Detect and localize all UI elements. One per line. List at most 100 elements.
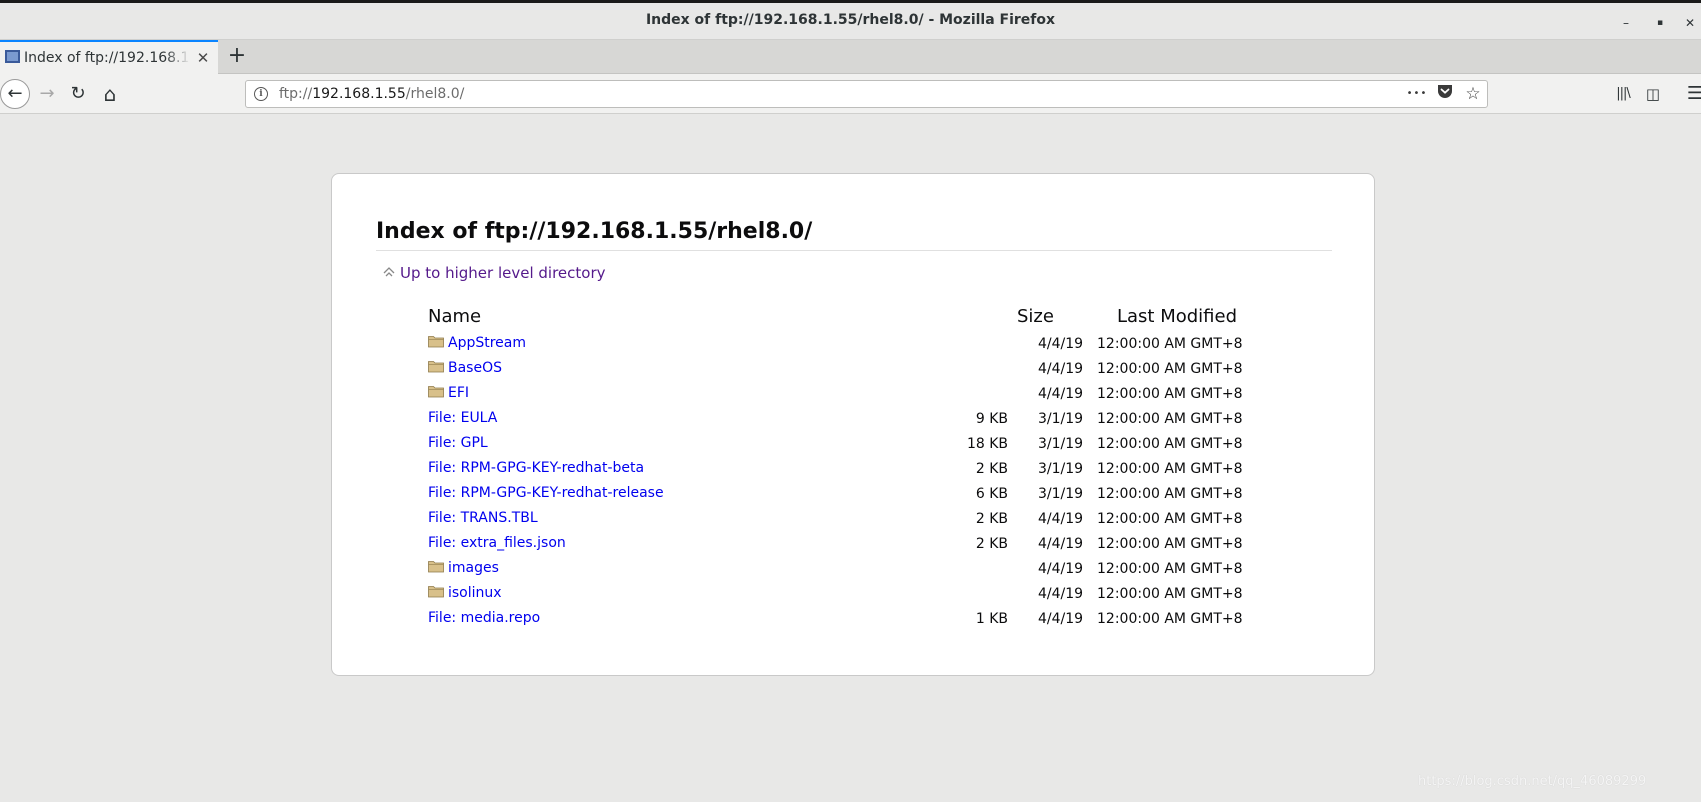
entry-time: 12:00:00 AM GMT+8 bbox=[1097, 386, 1243, 402]
entry-name[interactable]: File: RPM-GPG-KEY-redhat-beta bbox=[428, 460, 644, 476]
menu-icon[interactable]: ☰ bbox=[1682, 81, 1701, 107]
window-title: Index of ftp://192.168.1.55/rhel8.0/ - M… bbox=[645, 12, 1056, 28]
entry-time: 12:00:00 AM GMT+8 bbox=[1097, 436, 1243, 452]
folder-icon bbox=[428, 561, 444, 573]
up-arrow-icon bbox=[383, 267, 395, 277]
entry-time: 12:00:00 AM GMT+8 bbox=[1097, 611, 1243, 627]
folder-link[interactable]: AppStream bbox=[428, 335, 526, 351]
table-row: File: extra_files.json 2 KB 4/4/19 12:00:00… bbox=[428, 532, 1328, 557]
entry-date: 3/1/19 bbox=[1038, 411, 1084, 427]
url-bar[interactable]: i ftp://192.168.1.55/rhel8.0/ ••• ☆ bbox=[245, 80, 1488, 108]
close-window-button[interactable]: ✕ bbox=[1680, 13, 1700, 33]
library-icon[interactable]: |||\ bbox=[1610, 81, 1636, 107]
forward-button[interactable]: → bbox=[34, 81, 60, 107]
table-row: EFI 4/4/19 12:00:00 AM GMT+8 bbox=[428, 382, 1328, 407]
close-tab-icon[interactable]: ✕ bbox=[194, 49, 212, 67]
entry-name[interactable]: BaseOS bbox=[448, 360, 502, 376]
bookmark-star-icon[interactable]: ☆ bbox=[1462, 84, 1484, 104]
entry-time: 12:00:00 AM GMT+8 bbox=[1097, 486, 1243, 502]
table-row: File: GPL 18 KB 3/1/19 12:00:00 AM GMT+8 bbox=[428, 432, 1328, 457]
table-row: File: EULA 9 KB 3/1/19 12:00:00 AM GMT+8 bbox=[428, 407, 1328, 432]
file-link[interactable]: File: EULA bbox=[428, 410, 497, 426]
window-titlebar: Index of ftp://192.168.1.55/rhel8.0/ - M… bbox=[0, 0, 1701, 40]
entry-size: 2 KB bbox=[975, 536, 1008, 552]
entry-name[interactable]: File: RPM-GPG-KEY-redhat-release bbox=[428, 485, 664, 501]
tab-label: Index of ftp://192.168.1.55/rhel8.0/ bbox=[24, 50, 190, 66]
tab-active[interactable]: Index of ftp://192.168.1.55/rhel8.0/ ✕ bbox=[0, 40, 218, 74]
entry-time: 12:00:00 AM GMT+8 bbox=[1097, 336, 1243, 352]
reload-button[interactable]: ↻ bbox=[65, 81, 91, 107]
entry-date: 4/4/19 bbox=[1038, 561, 1084, 577]
entry-date: 3/1/19 bbox=[1038, 436, 1084, 452]
file-link[interactable]: File: RPM-GPG-KEY-redhat-release bbox=[428, 485, 664, 501]
new-tab-button[interactable]: + bbox=[224, 44, 250, 70]
folder-icon bbox=[428, 336, 444, 348]
info-icon[interactable]: i bbox=[254, 87, 268, 101]
entry-time: 12:00:00 AM GMT+8 bbox=[1097, 511, 1243, 527]
column-header-name[interactable]: Name bbox=[428, 306, 481, 327]
page-actions-icon[interactable]: ••• bbox=[1406, 84, 1428, 104]
file-link[interactable]: File: extra_files.json bbox=[428, 535, 566, 551]
table-row: BaseOS 4/4/19 12:00:00 AM GMT+8 bbox=[428, 357, 1328, 382]
entry-size: 1 KB bbox=[975, 611, 1008, 627]
entry-name[interactable]: AppStream bbox=[448, 335, 526, 351]
directory-listing-card: Index of ftp://192.168.1.55/rhel8.0/ Up … bbox=[331, 173, 1375, 676]
folder-icon bbox=[428, 386, 444, 398]
entry-time: 12:00:00 AM GMT+8 bbox=[1097, 461, 1243, 477]
entry-name[interactable]: File: extra_files.json bbox=[428, 535, 566, 551]
column-header-size[interactable]: Size bbox=[1017, 306, 1054, 327]
entry-date: 4/4/19 bbox=[1038, 586, 1084, 602]
monitor-favicon-icon bbox=[5, 50, 20, 63]
entry-name[interactable]: File: GPL bbox=[428, 435, 488, 451]
entry-name[interactable]: images bbox=[448, 560, 499, 576]
back-button[interactable]: ← bbox=[0, 79, 30, 109]
entry-name[interactable]: File: EULA bbox=[428, 410, 497, 426]
folder-link[interactable]: images bbox=[428, 560, 499, 576]
folder-link[interactable]: isolinux bbox=[428, 585, 502, 601]
entry-size: 18 KB bbox=[966, 436, 1008, 452]
file-link[interactable]: File: GPL bbox=[428, 435, 488, 451]
entry-name[interactable]: File: media.repo bbox=[428, 610, 540, 626]
entry-date: 4/4/19 bbox=[1038, 611, 1084, 627]
file-link[interactable]: File: TRANS.TBL bbox=[428, 510, 538, 526]
entry-size: 9 KB bbox=[975, 411, 1008, 427]
entry-size: 2 KB bbox=[975, 511, 1008, 527]
up-directory-link[interactable]: Up to higher level directory bbox=[382, 264, 606, 282]
entry-name[interactable]: isolinux bbox=[448, 585, 502, 601]
table-row: File: media.repo 1 KB 4/4/19 12:00:00 AM GM… bbox=[428, 607, 1328, 632]
table-row: isolinux 4/4/19 12:00:00 AM GMT+8 bbox=[428, 582, 1328, 607]
entry-date: 4/4/19 bbox=[1038, 511, 1084, 527]
table-row: File: RPM-GPG-KEY-redhat-beta 2 KB 3/1/19 1… bbox=[428, 457, 1328, 482]
folder-icon bbox=[428, 586, 444, 598]
file-link[interactable]: File: media.repo bbox=[428, 610, 540, 626]
entry-name[interactable]: File: TRANS.TBL bbox=[428, 510, 538, 526]
entry-date: 3/1/19 bbox=[1038, 486, 1084, 502]
entry-date: 4/4/19 bbox=[1038, 336, 1084, 352]
entry-name[interactable]: EFI bbox=[448, 385, 469, 401]
maximize-button[interactable]: ▪ bbox=[1650, 13, 1670, 33]
url-text[interactable]: ftp://192.168.1.55/rhel8.0/ bbox=[279, 86, 464, 102]
folder-link[interactable]: EFI bbox=[428, 385, 469, 401]
entry-time: 12:00:00 AM GMT+8 bbox=[1097, 411, 1243, 427]
table-row: images 4/4/19 12:00:00 AM GMT+8 bbox=[428, 557, 1328, 582]
page-title: Index of ftp://192.168.1.55/rhel8.0/ bbox=[376, 219, 1332, 251]
folder-icon bbox=[428, 361, 444, 373]
column-header-last-modified[interactable]: Last Modified bbox=[1117, 306, 1237, 327]
entry-time: 12:00:00 AM GMT+8 bbox=[1097, 561, 1243, 577]
entry-size: 6 KB bbox=[975, 486, 1008, 502]
table-row: AppStream 4/4/19 12:00:00 AM GMT+8 bbox=[428, 332, 1328, 357]
entry-date: 4/4/19 bbox=[1038, 386, 1084, 402]
sidebar-icon[interactable]: ◫ bbox=[1640, 81, 1666, 107]
table-row: File: RPM-GPG-KEY-redhat-release 6 KB 3/1/… bbox=[428, 482, 1328, 507]
pocket-icon[interactable] bbox=[1434, 84, 1456, 104]
home-button[interactable]: ⌂ bbox=[97, 81, 123, 107]
tab-strip: Index of ftp://192.168.1.55/rhel8.0/ ✕ + bbox=[0, 40, 1701, 74]
entry-date: 4/4/19 bbox=[1038, 536, 1084, 552]
entry-size: 2 KB bbox=[975, 461, 1008, 477]
entry-time: 12:00:00 AM GMT+8 bbox=[1097, 586, 1243, 602]
navigation-toolbar: ← → ↻ ⌂ i ftp://192.168.1.55/rhel8.0/ ••… bbox=[0, 74, 1701, 114]
entry-date: 3/1/19 bbox=[1038, 461, 1084, 477]
file-link[interactable]: File: RPM-GPG-KEY-redhat-beta bbox=[428, 460, 644, 476]
folder-link[interactable]: BaseOS bbox=[428, 360, 502, 376]
minimize-button[interactable]: – bbox=[1616, 13, 1636, 33]
